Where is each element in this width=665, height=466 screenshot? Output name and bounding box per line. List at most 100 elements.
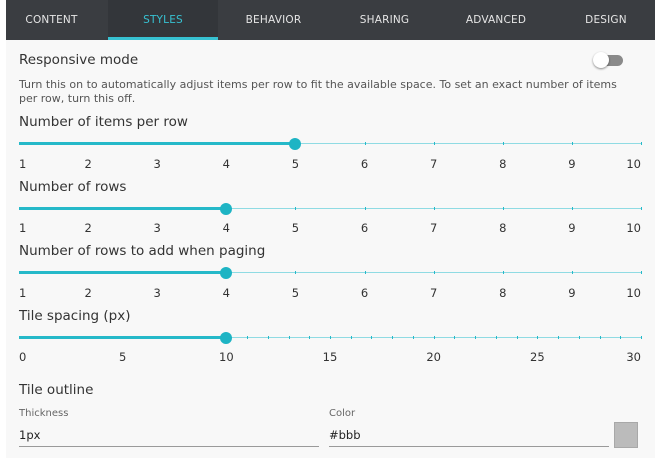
slider-tick — [503, 207, 504, 210]
slider-tick — [164, 336, 165, 339]
slider-tick — [365, 271, 366, 274]
color-label: Color — [329, 408, 356, 419]
slider-tick — [517, 336, 518, 339]
scale-label: 30 — [626, 350, 641, 364]
slider-tick — [503, 142, 504, 145]
scale-label: 6 — [360, 157, 369, 171]
scale-label: 5 — [291, 286, 300, 300]
scale-label: 1 — [19, 221, 27, 235]
scale-label: 9 — [568, 286, 576, 300]
slider-tick — [19, 142, 20, 145]
tile-spacing-scale: 0 5 10 15 20 25 30 — [19, 350, 641, 364]
slider-tick — [226, 142, 227, 145]
tab-design[interactable]: DESIGN — [566, 0, 646, 40]
slider-tick — [503, 271, 504, 274]
slider-tick — [454, 336, 455, 339]
slider-handle[interactable] — [220, 267, 233, 279]
slider-tick — [365, 207, 366, 210]
scale-label: 5 — [291, 157, 300, 171]
slider-tick — [558, 336, 559, 339]
slider-handle[interactable] — [289, 138, 302, 150]
slider-tick — [206, 336, 207, 339]
responsive-mode-description: Turn this on to automatically adjust ite… — [19, 78, 617, 105]
slider-tick — [88, 142, 89, 145]
scale-label: 4 — [222, 221, 230, 235]
scale-label: 3 — [153, 221, 161, 235]
slider-tick — [392, 336, 393, 339]
scale-label: 10 — [626, 157, 641, 171]
slider-tick — [572, 142, 573, 145]
slider-tick — [537, 336, 538, 339]
color-input[interactable] — [329, 424, 609, 447]
slider-tick — [641, 207, 642, 210]
items-per-row-label: Number of items per row — [19, 114, 188, 130]
rows-to-add-label: Number of rows to add when paging — [19, 243, 266, 259]
slider-tick — [579, 336, 580, 339]
slider-tick — [351, 336, 352, 339]
slider-tick — [641, 271, 642, 274]
slider-tick — [19, 336, 20, 339]
scale-label: 25 — [530, 350, 545, 364]
tile-outline-heading: Tile outline — [19, 382, 94, 398]
items-per-row-scale: 1 2 3 4 5 6 7 8 9 10 — [19, 157, 641, 171]
scale-label: 3 — [153, 157, 161, 171]
slider-handle[interactable] — [220, 332, 233, 344]
slider-tick — [247, 336, 248, 339]
responsive-mode-toggle[interactable] — [593, 52, 627, 68]
slider-tick — [309, 336, 310, 339]
scale-label: 10 — [626, 286, 641, 300]
tile-spacing-slider[interactable] — [19, 332, 642, 344]
scale-label: 4 — [222, 286, 230, 300]
tab-bar: CONTENT STYLES BEHAVIOR SHARING ADVANCED… — [6, 0, 655, 40]
color-swatch[interactable] — [614, 422, 638, 448]
slider-tick — [641, 336, 642, 339]
scale-label: 8 — [499, 157, 507, 171]
number-of-rows-label: Number of rows — [19, 179, 127, 195]
slider-tick — [620, 336, 621, 339]
scale-label: 8 — [499, 286, 507, 300]
scale-label: 6 — [360, 221, 369, 235]
tab-sharing[interactable]: SHARING — [339, 0, 430, 40]
tab-behavior[interactable]: BEHAVIOR — [228, 0, 319, 40]
scale-label: 6 — [360, 286, 369, 300]
slider-tick — [371, 336, 372, 339]
scale-label: 1 — [19, 157, 27, 171]
number-of-rows-slider[interactable] — [19, 203, 642, 215]
slider-tick — [102, 336, 103, 339]
rows-to-add-slider[interactable] — [19, 267, 642, 279]
number-of-rows-scale: 1 2 3 4 5 6 7 8 9 10 — [19, 221, 641, 235]
slider-fill — [19, 207, 227, 210]
tab-styles[interactable]: STYLES — [108, 0, 218, 40]
scale-label: 4 — [222, 157, 230, 171]
slider-handle[interactable] — [220, 203, 233, 215]
toggle-knob — [593, 52, 609, 68]
scale-label: 3 — [153, 286, 161, 300]
scale-label: 9 — [568, 221, 576, 235]
slider-tick — [19, 207, 20, 210]
slider-tick — [434, 336, 435, 339]
scale-label: 0 — [19, 350, 27, 364]
slider-tick — [157, 207, 158, 210]
slider-tick — [434, 142, 435, 145]
tab-content[interactable]: CONTENT — [6, 0, 97, 40]
items-per-row-slider[interactable] — [19, 138, 642, 150]
slider-tick — [88, 271, 89, 274]
responsive-mode-label: Responsive mode — [19, 52, 139, 68]
scale-label: 2 — [84, 157, 92, 171]
slider-tick — [641, 142, 642, 145]
slider-tick — [572, 271, 573, 274]
slider-tick — [330, 336, 331, 339]
scale-label: 20 — [426, 350, 441, 364]
slider-tick — [413, 336, 414, 339]
slider-tick — [365, 142, 366, 145]
slider-tick — [88, 207, 89, 210]
scale-label: 8 — [499, 221, 507, 235]
slider-fill — [19, 271, 227, 274]
scale-label: 10 — [626, 221, 641, 235]
thickness-input[interactable] — [19, 424, 319, 447]
slider-tick — [268, 336, 269, 339]
slider-tick — [40, 336, 41, 339]
scale-label: 2 — [84, 286, 92, 300]
rows-to-add-scale: 1 2 3 4 5 6 7 8 9 10 — [19, 286, 641, 300]
tab-advanced[interactable]: ADVANCED — [448, 0, 544, 40]
